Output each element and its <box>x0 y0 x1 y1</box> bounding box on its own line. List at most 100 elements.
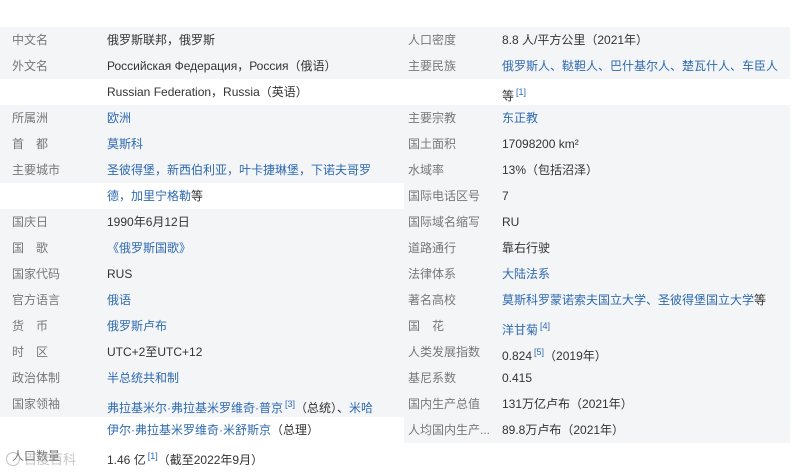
row-value: 洋甘菊 [4] <box>502 313 550 339</box>
infobox-row: 国家领袖 弗拉基米尔·弗拉基米罗维奇·普京 [3]（总统）、米哈 国内生产总值 1… <box>0 391 804 417</box>
row-label: 主要民族 <box>408 59 457 73</box>
row-value: RUS <box>107 267 133 281</box>
citation-link[interactable]: [5] <box>534 347 544 357</box>
row-value: 1990年6月12日 <box>107 215 190 229</box>
row-label: 官方语言 <box>12 293 61 307</box>
row-value: 8.8 人/平方公里（2021年） <box>502 33 649 47</box>
row-label: 国际域名缩写 <box>408 215 481 229</box>
citation-link[interactable]: [3] <box>285 399 295 409</box>
infobox-row: 首 都 莫斯科 国土面积 17098200 km² <box>0 131 804 157</box>
row-value: 7 <box>502 189 509 203</box>
major-cities-link[interactable]: 圣彼得堡，新西伯利亚，叶卡捷琳堡，下诺夫哥罗 <box>107 157 371 183</box>
political-system-link[interactable]: 半总统共和制 <box>107 365 179 391</box>
infobox-row: 外文名 Российская Федерация，Россия（俄语） 主要民族… <box>0 53 804 79</box>
infobox-row: 伊尔·弗拉基米罗维奇·米舒斯京（总理） 人均国内生产... 89.8万卢布（20… <box>0 417 804 443</box>
row-label: 人口密度 <box>408 33 457 47</box>
row-value-text: （截至2022年9月） <box>157 453 264 467</box>
infobox-row: 货 币 俄罗斯卢布 国 花 洋甘菊 [4] <box>0 313 804 339</box>
country-infobox: 中文名 俄罗斯联邦，俄罗斯 人口密度 8.8 人/平方公里（2021年） 外文名… <box>0 27 804 469</box>
row-value: Russian Federation，Russia（英语） <box>107 85 308 99</box>
capital-link[interactable]: 莫斯科 <box>107 131 143 157</box>
infobox-row: 官方语言 俄语 著名高校 莫斯科罗蒙诺索夫国立大学、圣彼得堡国立大学等 <box>0 287 804 313</box>
row-label: 国 花 <box>408 319 445 333</box>
row-value: 靠右行驶 <box>502 241 551 255</box>
row-value-text: （总统）、 <box>295 401 350 415</box>
row-label: 国 歌 <box>12 241 49 255</box>
row-value-text: （总理） <box>271 423 320 437</box>
leader-link[interactable]: 米哈 <box>349 401 373 415</box>
continent-link[interactable]: 欧洲 <box>107 105 131 131</box>
row-label: 中文名 <box>12 33 49 47</box>
row-value-text: （2019年） <box>544 349 607 363</box>
row-value: 1.46 亿 [1]（截至2022年9月） <box>107 443 263 469</box>
currency-link[interactable]: 俄罗斯卢布 <box>107 313 167 339</box>
row-value: 弗拉基米尔·弗拉基米罗维奇·普京 [3]（总统）、米哈 <box>107 391 373 417</box>
row-label: 国家代码 <box>12 267 61 281</box>
infobox-row: 所属洲 欧洲 主要宗教 东正教 <box>0 105 804 131</box>
row-label: 政治体制 <box>12 371 61 385</box>
row-label: 所属洲 <box>12 111 49 125</box>
row-value: 0.824 [5]（2019年） <box>502 339 607 365</box>
row-label: 基尼系数 <box>408 371 457 385</box>
row-label: 外文名 <box>12 59 49 73</box>
row-label: 国家领袖 <box>12 397 61 411</box>
row-value: 131万亿卢布（2021年） <box>502 397 633 411</box>
citation-link[interactable]: [1] <box>148 451 158 461</box>
official-language-link[interactable]: 俄语 <box>107 287 131 313</box>
row-label: 著名高校 <box>408 293 457 307</box>
baike-logo-icon <box>6 452 20 466</box>
leader-link[interactable]: 伊尔·弗拉基米罗维奇·米舒斯京 <box>107 423 271 437</box>
ethnic-groups-link[interactable]: 俄罗斯人、鞑靼人、巴什基尔人、楚瓦什人、车臣人 <box>502 53 778 79</box>
row-label: 首 都 <box>12 137 49 151</box>
citation-link[interactable]: [4] <box>540 321 550 331</box>
row-label: 人类发展指数 <box>408 345 481 359</box>
religion-link[interactable]: 东正教 <box>502 105 538 131</box>
universities-link[interactable]: 莫斯科罗蒙诺索夫国立大学、圣彼得堡国立大学 <box>502 293 754 307</box>
infobox-row: 政治体制 半总统共和制 基尼系数 0.415 <box>0 365 804 391</box>
row-value-text: 等 <box>754 293 767 307</box>
watermark-text: 百度百科 <box>24 452 77 467</box>
row-value: RU <box>502 215 520 229</box>
legal-system-link[interactable]: 大陆法系 <box>502 261 550 287</box>
row-value: 13%（包括沼泽） <box>502 163 599 177</box>
row-value: 等 [1] <box>502 79 526 105</box>
row-value: 伊尔·弗拉基米罗维奇·米舒斯京（总理） <box>107 417 319 443</box>
row-label: 人均国内生产... <box>408 423 491 437</box>
infobox-row: 中文名 俄罗斯联邦，俄罗斯 人口密度 8.8 人/平方公里（2021年） <box>0 27 804 53</box>
row-label: 国土面积 <box>408 137 457 151</box>
row-value: 德，加里宁格勒等 <box>107 183 203 209</box>
leader-link[interactable]: 弗拉基米尔·弗拉基米罗维奇·普京 <box>107 401 283 415</box>
row-value: 89.8万卢布（2021年） <box>502 423 625 437</box>
row-label: 货 币 <box>12 319 49 333</box>
row-value-text: 0.824 <box>502 349 533 363</box>
infobox-row: Russian Federation，Russia（英语） 等 [1] <box>0 79 804 105</box>
row-label: 时 区 <box>12 345 49 359</box>
row-value: 17098200 km² <box>502 137 579 151</box>
major-cities-link[interactable]: 德，加里宁格勒 <box>107 189 191 203</box>
infobox-row: 国庆日 1990年6月12日 国际域名缩写 RU <box>0 209 804 235</box>
row-label: 主要宗教 <box>408 111 457 125</box>
infobox-row: 人口数量 1.46 亿 [1]（截至2022年9月） <box>0 443 804 469</box>
row-value: 0.415 <box>502 371 533 385</box>
national-flower-link[interactable]: 洋甘菊 <box>502 323 538 337</box>
infobox-row: 德，加里宁格勒等 国际电话区号 7 <box>0 183 804 209</box>
row-label: 主要城市 <box>12 163 61 177</box>
row-value-text: 1.46 亿 <box>107 453 146 467</box>
watermark: 百度百科 <box>6 450 76 470</box>
infobox-row: 国家代码 RUS 法律体系 大陆法系 <box>0 261 804 287</box>
row-value: 莫斯科罗蒙诺索夫国立大学、圣彼得堡国立大学等 <box>502 287 766 313</box>
infobox-row: 国 歌 《俄罗斯国歌》 道路通行 靠右行驶 <box>0 235 804 261</box>
row-value: UTC+2至UTC+12 <box>107 345 203 359</box>
row-value-text: 等 <box>191 189 204 203</box>
row-label: 国庆日 <box>12 215 49 229</box>
row-label: 法律体系 <box>408 267 457 281</box>
row-value: 俄罗斯联邦，俄罗斯 <box>107 33 216 47</box>
row-value: Российская Федерация，Россия（俄语） <box>107 59 337 73</box>
infobox-row: 主要城市 圣彼得堡，新西伯利亚，叶卡捷琳堡，下诺夫哥罗 水域率 13%（包括沼泽… <box>0 157 804 183</box>
anthem-link[interactable]: 《俄罗斯国歌》 <box>107 235 191 261</box>
citation-link[interactable]: [1] <box>516 87 526 97</box>
row-label: 道路通行 <box>408 241 457 255</box>
infobox-row: 时 区 UTC+2至UTC+12 人类发展指数 0.824 [5]（2019年） <box>0 339 804 365</box>
row-value-text: 等 <box>502 89 515 103</box>
row-label: 国际电话区号 <box>408 189 481 203</box>
